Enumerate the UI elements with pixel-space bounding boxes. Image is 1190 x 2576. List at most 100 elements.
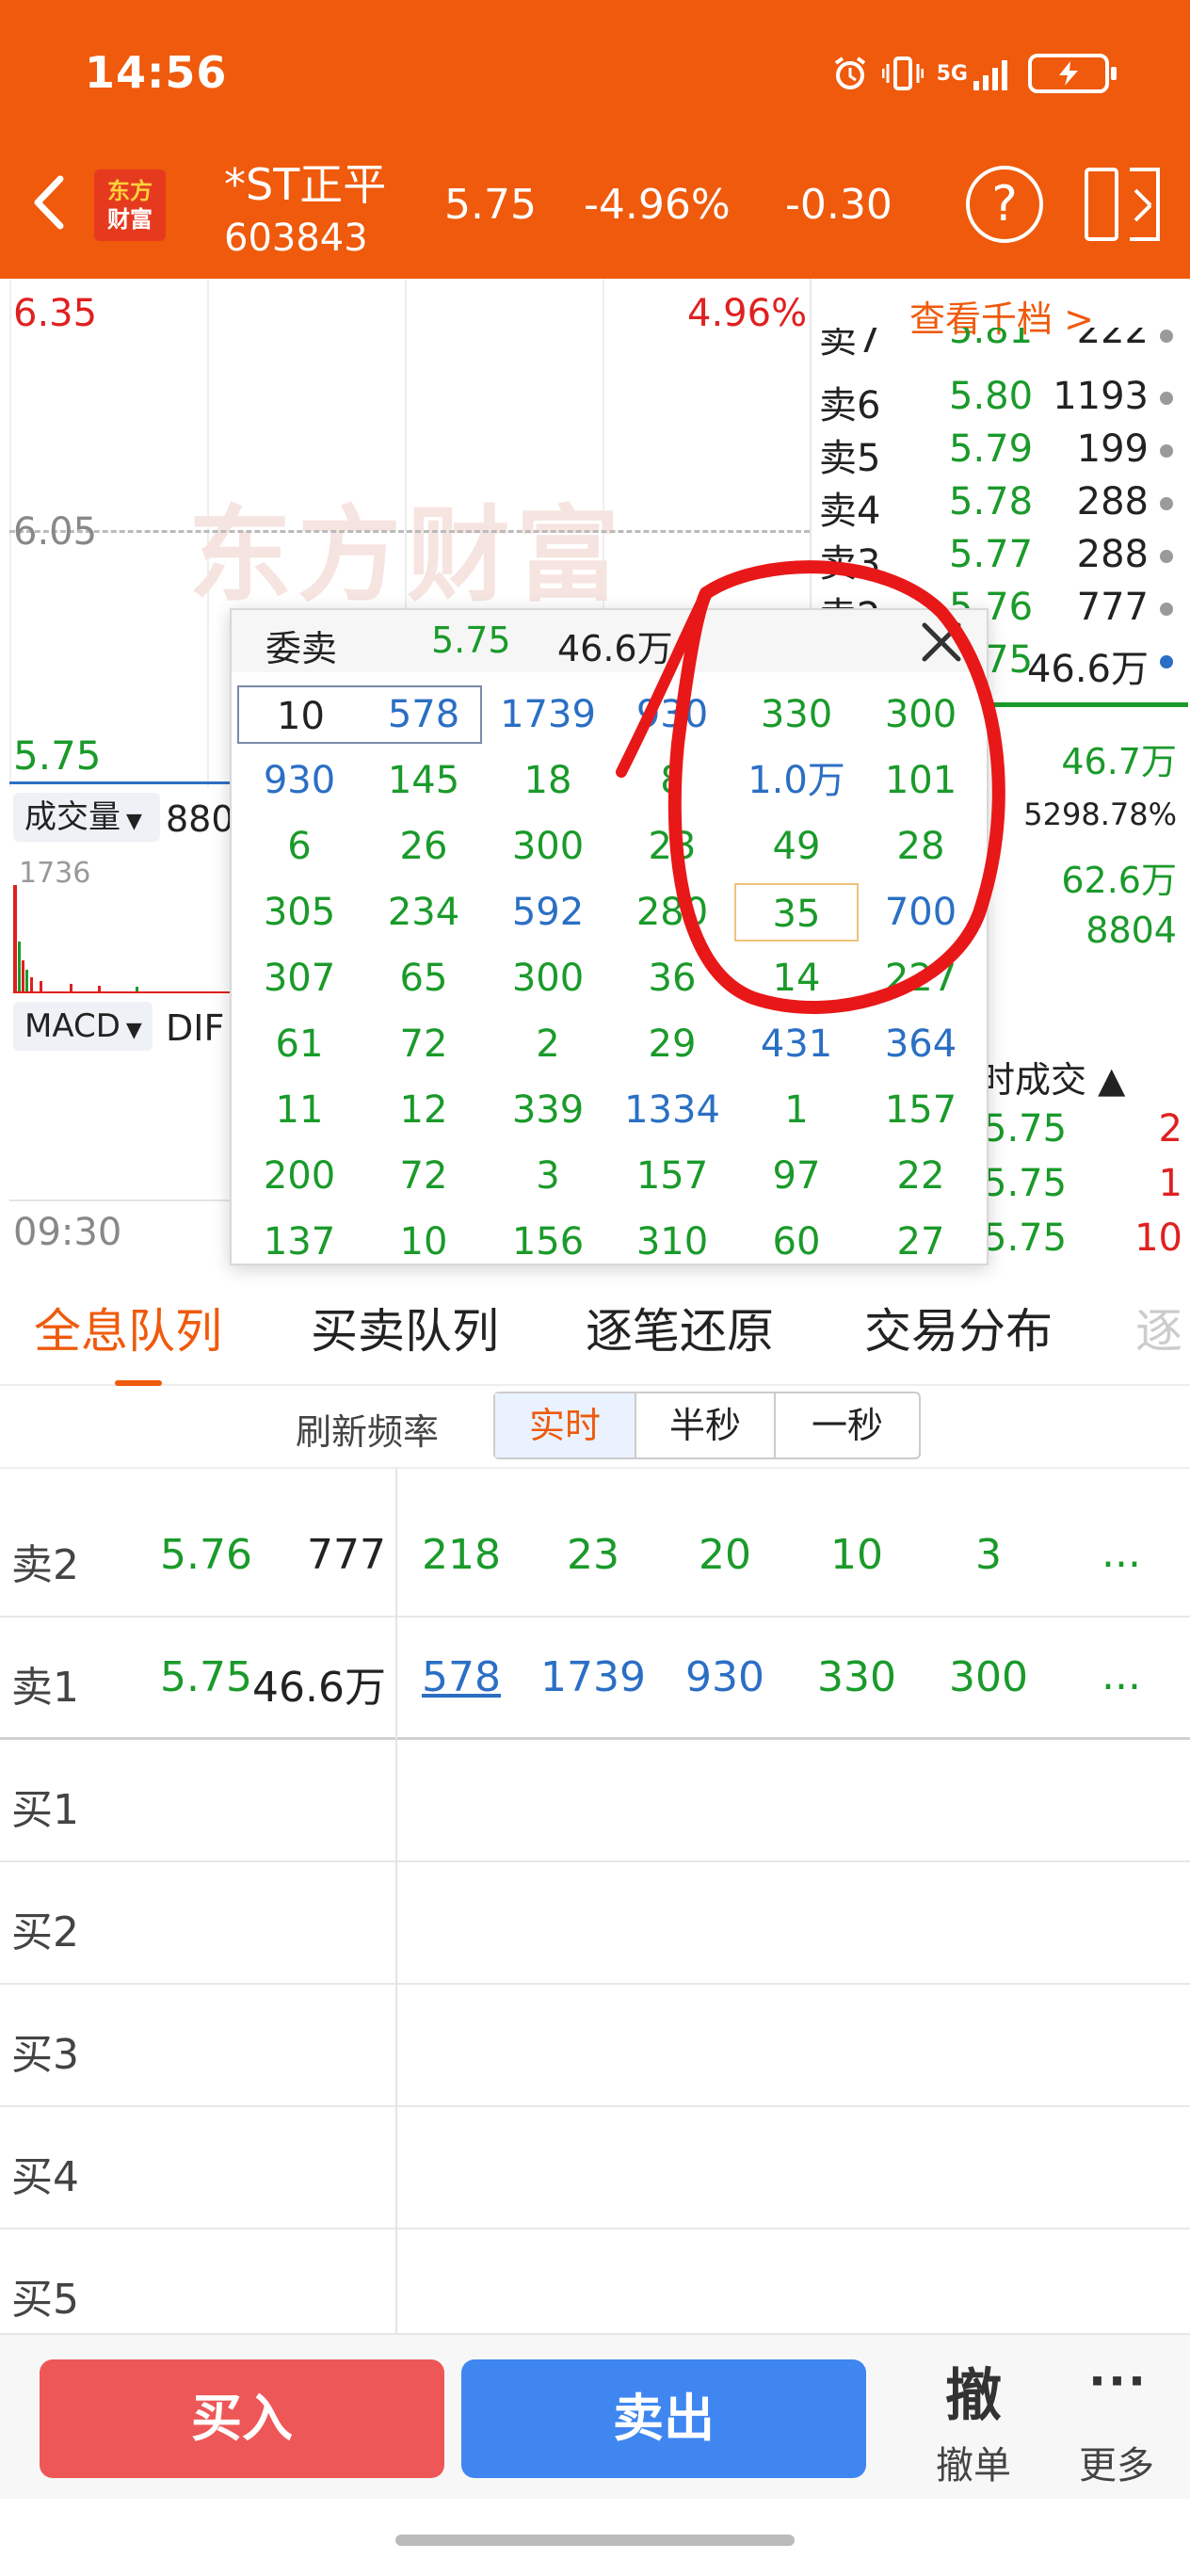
macd-indicator-select[interactable]: MACD ▼: [13, 1002, 153, 1051]
table-row[interactable]: 买2: [0, 1862, 1190, 1985]
queue-order-selected[interactable]: 578: [395, 1653, 527, 1701]
popup-queue-cell[interactable]: 61: [237, 1015, 362, 1073]
ob-dot-icon: [1160, 655, 1173, 668]
popup-queue-cell[interactable]: 156: [486, 1213, 610, 1271]
switch-layout-button[interactable]: [1083, 166, 1162, 243]
queue-order: 330: [817, 1653, 896, 1701]
volume-value: 880: [166, 798, 234, 840]
refresh-half-second-button[interactable]: 半秒: [636, 1393, 776, 1457]
popup-queue-cell[interactable]: 137: [237, 1213, 362, 1271]
alarm-icon: [831, 53, 869, 94]
home-indicator[interactable]: [395, 2535, 795, 2546]
tab-buy-sell-queue[interactable]: 买卖队列: [311, 1294, 499, 1361]
refresh-realtime-button[interactable]: 实时: [495, 1393, 636, 1457]
popup-queue-cell[interactable]: 145: [362, 751, 486, 810]
popup-queue-cell[interactable]: 18: [486, 751, 610, 810]
tab-trade-distribution[interactable]: 交易分布: [864, 1294, 1053, 1361]
popup-queue-cell[interactable]: 157: [610, 1147, 734, 1205]
table-row[interactable]: 买4: [0, 2107, 1190, 2230]
chart-divider: [9, 1199, 235, 1201]
tab-tick-restore[interactable]: 逐笔还原: [586, 1294, 774, 1361]
buy-button[interactable]: 买入: [40, 2359, 444, 2478]
volume-indicator-select[interactable]: 成交量 ▼: [13, 793, 160, 842]
sell-button[interactable]: 卖出: [461, 2359, 866, 2478]
popup-queue-cell[interactable]: 200: [237, 1147, 362, 1205]
ob-level-price: 5.81: [949, 328, 1034, 352]
order-book-row[interactable]: 卖6 5.80 1193: [819, 375, 1177, 427]
popup-queue-cell[interactable]: 2: [486, 1015, 610, 1073]
popup-title: 委卖: [265, 628, 338, 669]
popup-queue-cell[interactable]: 27: [859, 1213, 983, 1271]
ob-level-label: 卖5: [819, 437, 881, 480]
popup-queue-cell[interactable]: 12: [362, 1081, 486, 1139]
cancel-order-button[interactable]: 撤单: [936, 2435, 1011, 2489]
popup-queue-cell[interactable]: 6: [237, 817, 362, 876]
popup-queue-cell[interactable]: 234: [362, 883, 486, 942]
macd-dif-label: DIF: [166, 1007, 225, 1049]
tick-trades-header[interactable]: 时成交 ▲: [979, 1051, 1125, 1103]
queue-more[interactable]: ...: [1102, 1529, 1141, 1577]
popup-queue-cell[interactable]: 1334: [610, 1081, 734, 1139]
popup-queue-cell[interactable]: 300: [486, 817, 610, 876]
queue-more[interactable]: ...: [1102, 1651, 1141, 1699]
trade-price: 5.75: [983, 1162, 1068, 1205]
refresh-one-second-button[interactable]: 一秒: [776, 1393, 919, 1457]
popup-queue-cell[interactable]: 339: [486, 1081, 610, 1139]
popup-queue-cell[interactable]: 10: [362, 1213, 486, 1271]
popup-queue-cell[interactable]: 3: [486, 1147, 610, 1205]
queue-order: 20: [699, 1531, 751, 1579]
trade-price: 5.75: [983, 1216, 1068, 1260]
table-row[interactable]: 买1: [0, 1740, 1190, 1862]
popup-queue-cell[interactable]: 97: [734, 1147, 859, 1205]
help-button[interactable]: ?: [966, 166, 1043, 243]
volume-bar: [25, 970, 28, 993]
tab-full-queue[interactable]: 全息队列: [34, 1294, 222, 1361]
queue-level-label: 买1: [11, 1786, 79, 1834]
order-book-row[interactable]: 卖5 5.79 199: [819, 427, 1177, 480]
table-row[interactable]: 买3: [0, 1985, 1190, 2107]
popup-queue-cell[interactable]: 72: [362, 1015, 486, 1073]
percent-axis-high: 4.96%: [687, 292, 808, 335]
popup-queue-cell[interactable]: 310: [610, 1213, 734, 1271]
active-tab-indicator: [115, 1380, 162, 1386]
ob-level-volume: 288: [1076, 480, 1149, 523]
cancel-order-icon[interactable]: 撤: [945, 2350, 1002, 2432]
ob-level-volume: 1193: [1053, 375, 1149, 418]
tab-overflow[interactable]: 逐: [1135, 1294, 1182, 1361]
more-button[interactable]: 更多: [1079, 2435, 1154, 2489]
popup-queue-cell[interactable]: 592: [486, 883, 610, 942]
queue-level-label: 买3: [11, 2031, 79, 2079]
popup-queue-cell[interactable]: 60: [734, 1213, 859, 1271]
popup-queue-cell[interactable]: 65: [362, 949, 486, 1007]
detail-tabs: 全息队列 买卖队列 逐笔还原 交易分布 逐: [0, 1267, 1190, 1386]
app-header: 14:56 5G 东方 财富 *ST正平 603843 5.75 -4.96% …: [0, 0, 1190, 279]
popup-queue-cell[interactable]: 930: [237, 751, 362, 810]
popup-queue-cell[interactable]: 307: [237, 949, 362, 1007]
ob-level-volume: 777: [1076, 586, 1149, 629]
popup-queue-cell[interactable]: 11: [237, 1081, 362, 1139]
popup-queue-cell[interactable]: 578: [362, 685, 486, 744]
table-row[interactable]: 卖2 5.76 777 218 23 20 10 3 ...: [0, 1495, 1190, 1618]
watermark: 东方财富: [188, 495, 625, 616]
prev-close-line: [9, 530, 810, 533]
queue-level-price: 5.76: [160, 1531, 252, 1579]
popup-queue-cell[interactable]: 1739: [486, 685, 610, 744]
more-icon[interactable]: ···: [1088, 2354, 1148, 2408]
popup-queue-cell[interactable]: 26: [362, 817, 486, 876]
table-row[interactable]: 卖1 5.75 46.6万 578 1739 930 330 300 ...: [0, 1618, 1190, 1740]
back-button[interactable]: [23, 169, 79, 235]
popup-queue-cell[interactable]: 72: [362, 1147, 486, 1205]
popup-queue-cell[interactable]: 22: [859, 1147, 983, 1205]
status-time: 14:56: [85, 47, 228, 98]
popup-queue-cell[interactable]: 157: [859, 1081, 983, 1139]
order-book-row[interactable]: 卖4 5.78 288: [819, 480, 1177, 533]
popup-queue-cell[interactable]: 305: [237, 883, 362, 942]
price-axis-mid: 6.05: [13, 510, 98, 554]
refresh-rate-segmented: 实时 半秒 一秒: [493, 1392, 921, 1459]
queue-level-price: 5.75: [160, 1653, 252, 1701]
ob-dot-icon: [1160, 392, 1173, 405]
volume-axis-max: 1736: [19, 857, 91, 890]
popup-queue-cell[interactable]: 300: [486, 949, 610, 1007]
order-book-row[interactable]: 卖7 5.81 222: [819, 328, 1177, 365]
popup-queue-cell[interactable]: 1: [734, 1081, 859, 1139]
